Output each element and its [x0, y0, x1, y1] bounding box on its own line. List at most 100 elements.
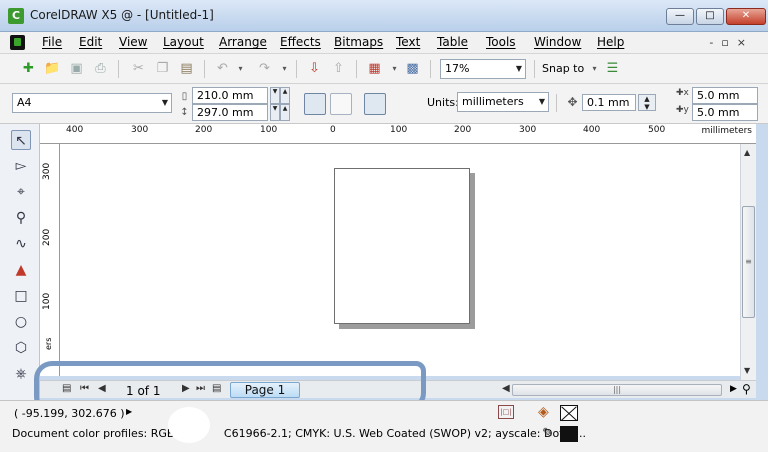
shape-tool-icon[interactable]: ▻: [11, 156, 31, 176]
pick-tool-icon[interactable]: ↖: [11, 130, 31, 150]
import-icon[interactable]: ⇩: [306, 60, 323, 77]
page-width-input[interactable]: 210.0 mm: [192, 87, 268, 104]
menu-bar: File Edit View Layout Arrange Effects Bi…: [0, 32, 768, 54]
application-launcher-icon[interactable]: ▦: [366, 60, 383, 77]
scroll-left-icon[interactable]: ◀: [502, 383, 510, 394]
menu-edit[interactable]: Edit: [79, 35, 102, 49]
snap-to-button[interactable]: Snap to: [542, 62, 584, 75]
crop-tool-icon[interactable]: ⌖: [11, 182, 31, 202]
freehand-tool-icon[interactable]: ∿: [11, 234, 31, 254]
height-spin-up-icon[interactable]: ▲: [280, 104, 290, 121]
outline-color-swatch[interactable]: [560, 426, 578, 442]
options-icon[interactable]: ☰: [604, 60, 621, 77]
menu-help[interactable]: Help: [597, 35, 624, 49]
height-spin-icon[interactable]: ▼: [270, 104, 280, 121]
new-document-icon[interactable]: ✚: [20, 60, 37, 77]
snap-to-dropdown-icon[interactable]: ▾: [586, 60, 603, 77]
scroll-up-icon[interactable]: ▲: [744, 148, 750, 157]
undo-icon[interactable]: ↶: [214, 60, 231, 77]
width-spin-up-icon[interactable]: ▲: [280, 87, 290, 104]
document-window-controls[interactable]: -▫×: [709, 36, 754, 49]
portrait-button[interactable]: [304, 93, 326, 115]
menu-file[interactable]: File: [42, 35, 62, 49]
copy-icon[interactable]: ❐: [154, 60, 171, 77]
vertical-ruler[interactable]: 300 200 100 ers: [40, 144, 60, 376]
ruler-tick-label: 200: [454, 125, 472, 135]
window-title: CorelDRAW X5 @ - [Untitled-1]: [30, 8, 214, 22]
duplicate-x-input[interactable]: 5.0 mm: [692, 87, 758, 104]
basic-shapes-tool-icon[interactable]: ⎈: [11, 364, 31, 384]
ruler-tick-label: 400: [583, 125, 601, 135]
page-height-input[interactable]: 297.0 mm: [192, 104, 268, 121]
drawing-page[interactable]: [334, 168, 470, 324]
fill-color-none-swatch[interactable]: [560, 405, 578, 421]
menu-view[interactable]: View: [119, 35, 147, 49]
toolbar-separator: [356, 60, 357, 78]
outline-pen-icon[interactable]: ✎: [542, 426, 553, 441]
polygon-tool-icon[interactable]: ⬡: [11, 338, 31, 358]
print-icon[interactable]: ⎙: [92, 60, 109, 77]
zoom-level-select[interactable]: 17% ▼: [440, 59, 526, 79]
landscape-button[interactable]: [330, 93, 352, 115]
cut-icon[interactable]: ✂: [130, 60, 147, 77]
vertical-scrollbar[interactable]: ▲ ≡ ▼: [740, 144, 756, 380]
toolbox: ↖ ▻ ⌖ ⚲ ∿ ▲ □ ○ ⬡ ⎈: [0, 124, 40, 404]
nudge-distance-input[interactable]: 0.1 mm: [582, 94, 636, 111]
property-bar: A4 ▼ ▯ 210.0 mm ▼ ▲ ↕ 297.0 mm ▼ ▲ Units…: [0, 84, 768, 124]
horizontal-ruler[interactable]: 400 300 200 100 0 100 200 300 400 500 mi…: [40, 124, 756, 144]
scroll-right-icon[interactable]: ▶: [730, 384, 737, 394]
maximize-button[interactable]: □: [696, 8, 724, 25]
menu-arrange[interactable]: Arrange: [219, 35, 267, 49]
toolbar-separator: [296, 60, 297, 78]
view-mode-icon[interactable]: |□|: [498, 405, 514, 419]
all-pages-button[interactable]: [364, 93, 386, 115]
fill-bucket-icon[interactable]: ◈: [538, 404, 549, 420]
navigator-zoom-icon[interactable]: ⚲: [742, 382, 751, 396]
launcher-dropdown-icon[interactable]: ▾: [386, 60, 403, 77]
redo-icon[interactable]: ↷: [256, 60, 273, 77]
nudge-spin-icon[interactable]: ▲ ▼: [638, 94, 656, 111]
export-icon[interactable]: ⇧: [330, 60, 347, 77]
rectangle-tool-icon[interactable]: □: [11, 286, 31, 306]
horizontal-scroll-thumb[interactable]: |||: [512, 384, 722, 396]
menu-window[interactable]: Window: [534, 35, 581, 49]
drawing-canvas[interactable]: [60, 144, 740, 376]
paste-icon[interactable]: ▤: [178, 60, 195, 77]
duplicate-y-icon: ✚y: [676, 105, 689, 115]
coordinates-arrow-icon[interactable]: ▶: [126, 407, 132, 416]
menu-table[interactable]: Table: [437, 35, 468, 49]
document-menu-icon[interactable]: [10, 35, 25, 50]
scroll-down-icon[interactable]: ▼: [744, 366, 750, 375]
minimize-button[interactable]: —: [666, 8, 694, 25]
duplicate-x-icon: ✚x: [676, 88, 689, 98]
ruler-tick-label: 300: [519, 125, 537, 135]
ruler-units-label: ers: [44, 337, 53, 350]
menu-bitmaps[interactable]: Bitmaps: [334, 35, 383, 49]
toolbar-separator: [118, 60, 119, 78]
zoom-tool-icon[interactable]: ⚲: [11, 208, 31, 228]
open-icon[interactable]: 📁: [44, 60, 61, 77]
width-spin-icon[interactable]: ▼: [270, 87, 280, 104]
current-page-button[interactable]: [390, 93, 412, 115]
page-height-icon: ↕: [180, 107, 189, 118]
close-button[interactable]: ✕: [726, 8, 766, 25]
paper-size-select[interactable]: A4 ▼: [12, 93, 172, 113]
nudge-icon: ✥: [567, 95, 578, 109]
menu-effects[interactable]: Effects: [280, 35, 321, 49]
toolbar-separator: [204, 60, 205, 78]
undo-dropdown-icon[interactable]: ▾: [232, 60, 249, 77]
save-icon[interactable]: ▣: [68, 60, 85, 77]
menu-layout[interactable]: Layout: [163, 35, 204, 49]
color-profiles-info[interactable]: Document color profiles: RGB: s C61966-2…: [12, 427, 586, 440]
units-select[interactable]: millimeters ▼: [457, 92, 549, 112]
smart-fill-tool-icon[interactable]: ▲: [11, 260, 31, 280]
menu-text[interactable]: Text: [396, 35, 420, 49]
ellipse-tool-icon[interactable]: ○: [11, 312, 31, 332]
paper-size-value: A4: [17, 96, 32, 109]
vertical-scroll-thumb[interactable]: ≡: [742, 206, 755, 318]
toolbar-separator: [556, 94, 557, 112]
menu-tools[interactable]: Tools: [486, 35, 516, 49]
duplicate-y-input[interactable]: 5.0 mm: [692, 104, 758, 121]
redo-dropdown-icon[interactable]: ▾: [276, 60, 293, 77]
welcome-screen-icon[interactable]: ▩: [404, 60, 421, 77]
